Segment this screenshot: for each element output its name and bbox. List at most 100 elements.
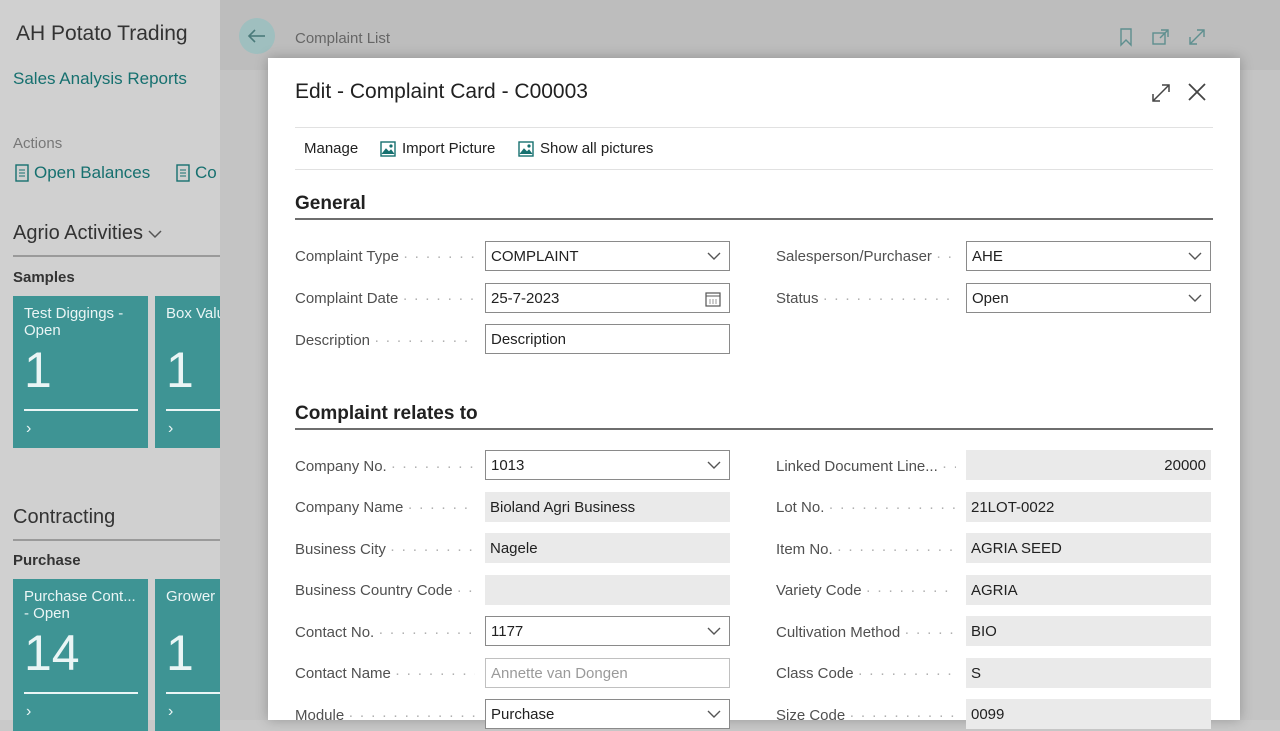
breadcrumb[interactable]: Complaint List	[295, 30, 390, 47]
tile-divider	[166, 692, 220, 694]
tile-title: Box Valu Open	[166, 305, 220, 322]
tile-divider	[166, 409, 220, 411]
arrow-left-icon	[247, 29, 265, 43]
agrio-activities-title: Agrio Activities	[13, 222, 144, 244]
linked-document-line-field: 20000	[966, 450, 1211, 480]
chevron-right-icon: ›	[26, 703, 32, 720]
back-button[interactable]	[239, 18, 275, 54]
complaint-date-field[interactable]: 25-7-2023	[485, 283, 730, 313]
lot-no-field: 21LOT-0022	[966, 492, 1211, 522]
size-code-label: Size Code · · · · · · · · · · · · · · ·	[776, 707, 956, 724]
chevron-down-icon	[707, 627, 721, 635]
item-no-field: AGRIA SEED	[966, 533, 1211, 563]
tile-test-diggings[interactable]: Test Diggings - Open 1 ›	[13, 296, 148, 448]
chevron-down-icon	[1188, 294, 1202, 302]
chevron-right-icon: ›	[26, 420, 32, 437]
contact-name-field[interactable]: Annette van Dongen	[485, 658, 730, 688]
open-new-window-icon[interactable]	[1151, 27, 1171, 47]
contracting-title: Contracting	[13, 506, 116, 528]
module-dropdown[interactable]: Purchase	[485, 699, 730, 729]
section-divider	[295, 218, 1213, 220]
company-name-field: Bioland Agri Business	[485, 492, 730, 522]
company-name-label: Company Name · · · · · · · · · ·	[295, 499, 475, 516]
company-name: AH Potato Trading	[16, 22, 188, 45]
module-label: Module · · · · · · · · · · · · · · · ·	[295, 707, 475, 724]
description-input[interactable]: Description	[485, 324, 730, 354]
relates-section-title[interactable]: Complaint relates to	[295, 403, 478, 425]
import-picture-label: Import Picture	[402, 140, 496, 157]
item-no-label: Item No. · · · · · · · · · · · · · · · ·	[776, 541, 956, 558]
purchase-label: Purchase	[13, 552, 81, 569]
tile-title: Purchase Cont... - Open	[24, 588, 136, 622]
co-action[interactable]: Co	[175, 163, 217, 183]
divider	[13, 255, 220, 257]
tile-count: 14	[24, 625, 80, 681]
chevron-down-icon	[148, 229, 162, 238]
contact-no-dropdown[interactable]: 1177	[485, 616, 730, 646]
section-divider	[295, 428, 1213, 430]
open-balances-action[interactable]: Open Balances	[14, 163, 150, 183]
contact-no-label: Contact No. · · · · · · · · · · · · · ·	[295, 624, 475, 641]
sales-analysis-link[interactable]: Sales Analysis Reports	[13, 69, 187, 89]
tile-count: 1	[166, 625, 194, 681]
cultivation-method-label: Cultivation Method · · · · ·	[776, 624, 956, 641]
variety-code-label: Variety Code · · · · · · · · · · · ·	[776, 582, 956, 599]
expand-icon[interactable]	[1187, 27, 1207, 47]
class-code-field: S	[966, 658, 1211, 688]
samples-label: Samples	[13, 269, 75, 286]
document-icon	[176, 164, 190, 182]
country-code-label: Business Country Code · ·	[295, 582, 474, 599]
company-no-label: Company No. · · · · · · · · · · · · ·	[295, 458, 475, 475]
business-city-field: Nagele	[485, 533, 730, 563]
picture-icon	[380, 140, 396, 157]
tile-box-value[interactable]: Box Valu Open 1 ›	[155, 296, 220, 448]
picture-icon	[518, 140, 534, 157]
agrio-activities-header[interactable]: Agrio Activities	[13, 222, 163, 245]
manage-menu[interactable]: Manage	[304, 140, 358, 157]
cultivation-method-field: BIO	[966, 616, 1211, 646]
import-picture-action[interactable]: Import Picture	[380, 140, 495, 157]
document-icon	[15, 164, 29, 182]
company-no-dropdown[interactable]: 1013	[485, 450, 730, 480]
calendar-icon[interactable]	[705, 291, 721, 307]
dialog-title: Edit - Complaint Card - C00003	[295, 80, 588, 103]
tile-purchase-contracts[interactable]: Purchase Cont... - Open 14 ›	[13, 579, 148, 731]
divider	[295, 169, 1213, 170]
tile-divider	[24, 409, 138, 411]
co-action-label: Co	[195, 163, 217, 182]
contact-name-label: Contact Name · · · · · · · · · · ·	[295, 665, 475, 682]
chevron-down-icon	[707, 710, 721, 718]
general-section-title[interactable]: General	[295, 193, 366, 215]
tile-count: 1	[166, 342, 194, 398]
divider	[295, 127, 1213, 128]
complaint-date-label: Complaint Date · · · · · · · · · · · ·	[295, 290, 475, 307]
tile-title: Grower - Open	[166, 588, 220, 605]
complaint-type-label: Complaint Type · · · · · · · · · · · ·	[295, 248, 475, 265]
variety-code-field: AGRIA	[966, 575, 1211, 605]
status-label: Status · · · · · · · · · · · · · · · ·	[776, 290, 956, 307]
chevron-down-icon	[707, 461, 721, 469]
divider	[13, 539, 220, 541]
chevron-right-icon: ›	[168, 420, 174, 437]
size-code-field: 0099	[966, 699, 1211, 729]
business-city-label: Business City · · · · · · · · · · · ·	[295, 541, 475, 558]
salesperson-dropdown[interactable]: AHE	[966, 241, 1211, 271]
tile-grower[interactable]: Grower - Open 1 ›	[155, 579, 220, 731]
complaint-card-dialog: Edit - Complaint Card - C00003 Manage Im…	[268, 58, 1240, 729]
status-dropdown[interactable]: Open	[966, 283, 1211, 313]
complaint-type-dropdown[interactable]: COMPLAINT	[485, 241, 730, 271]
tile-divider	[24, 692, 138, 694]
linked-document-line-label: Linked Document Line... · ·	[776, 458, 956, 475]
chevron-down-icon	[1188, 252, 1202, 260]
chevron-right-icon: ›	[168, 703, 174, 720]
salesperson-label: Salesperson/Purchaser · · · · · ·	[776, 248, 956, 265]
tile-count: 1	[24, 342, 52, 398]
show-all-pictures-action[interactable]: Show all pictures	[518, 140, 653, 157]
country-code-field	[485, 575, 730, 605]
tile-title: Test Diggings - Open	[24, 305, 124, 339]
bookmark-icon[interactable]	[1116, 27, 1136, 47]
close-icon[interactable]	[1185, 80, 1209, 104]
actions-label: Actions	[13, 135, 63, 152]
expand-icon[interactable]	[1150, 82, 1172, 104]
show-all-pictures-label: Show all pictures	[540, 140, 654, 157]
